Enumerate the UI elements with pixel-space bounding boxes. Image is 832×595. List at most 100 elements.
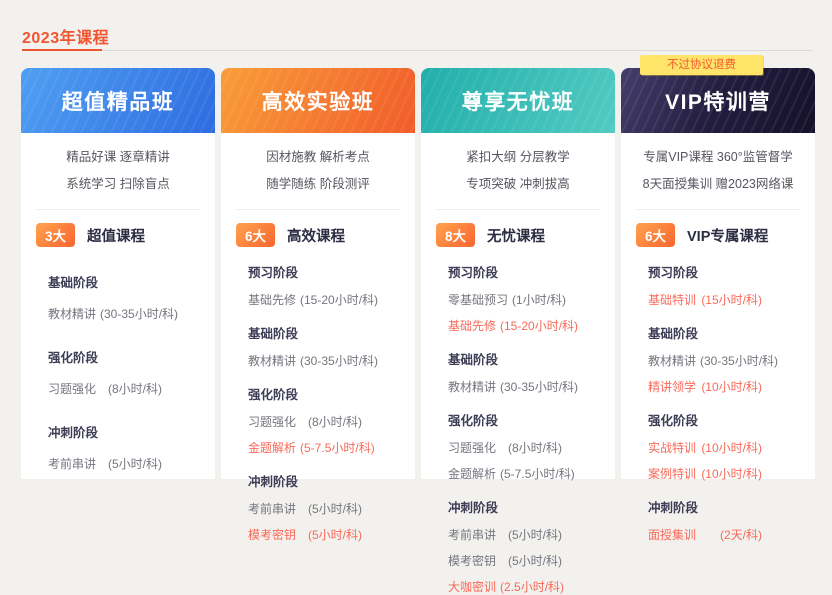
stage-name: 预习阶段 — [248, 262, 362, 281]
card-title: 尊享无忧班 — [462, 86, 575, 116]
stage-name: 冲刺阶段 — [648, 497, 762, 516]
course-label: 金题解析 — [248, 439, 296, 456]
course-hours: (10小时/科) — [701, 439, 762, 456]
description-line: 8天面授集训 赠2023网络课 — [621, 171, 815, 198]
stage-list: 基础阶段教材精讲(30-35小时/科)强化阶段习题强化(8小时/科)冲刺阶段考前… — [21, 272, 162, 472]
course-card-3[interactable]: 尊享无忧班 紧扣大纲 分层教学专项突破 冲刺拔高 8大 无忧课程 预习阶段零基础… — [421, 68, 615, 479]
badge-row: 8大 无忧课程 — [436, 223, 615, 247]
stage-name: 冲刺阶段 — [48, 422, 162, 441]
title-divider-accent — [22, 49, 102, 51]
card-title: VIP特训营 — [665, 86, 771, 116]
description-line: 精品好课 逐章精讲 — [21, 144, 215, 171]
course-row: 基础特训(15小时/科) — [648, 291, 762, 308]
course-row: 考前串讲 (5小时/科) — [48, 455, 162, 472]
course-label: 考前串讲 — [248, 500, 296, 517]
course-row: 教材精讲(30-35小时/科) — [448, 378, 562, 395]
course-hours: (8小时/科) — [508, 439, 562, 456]
course-label: 案例特训 — [648, 465, 696, 482]
badge-row: 3大 超值课程 — [36, 223, 215, 247]
course-hours: (5-7.5小时/科) — [500, 465, 575, 482]
course-label: 考前串讲 — [48, 455, 96, 472]
course-label: 精讲领学 — [648, 378, 696, 395]
course-row: 模考密钥 (5小时/科) — [248, 526, 362, 543]
course-row: 习题强化 (8小时/科) — [248, 413, 362, 430]
card-header[interactable]: 尊享无忧班 — [421, 68, 615, 133]
stage-list: 预习阶段基础先修(15-20小时/科)基础阶段教材精讲(30-35小时/科)强化… — [221, 262, 362, 543]
page-title: 2023年课程 — [22, 24, 109, 48]
count-badge: 6大 — [636, 223, 675, 247]
stage-name: 预习阶段 — [448, 262, 562, 281]
course-hours: (10小时/科) — [701, 465, 762, 482]
badge-row: 6大 高效课程 — [236, 223, 415, 247]
course-row: 金题解析(5-7.5小时/科) — [248, 439, 362, 456]
course-hours: (8小时/科) — [308, 413, 362, 430]
course-hours: (5小时/科) — [508, 526, 562, 543]
card-divider — [436, 209, 600, 210]
stage-name: 冲刺阶段 — [248, 471, 362, 490]
course-hours: (15-20小时/科) — [300, 291, 378, 308]
course-hours: (5小时/科) — [308, 526, 362, 543]
course-row: 考前串讲(5小时/科) — [448, 526, 562, 543]
course-row: 教材精讲(30-35小时/科) — [248, 352, 362, 369]
refund-ribbon: 不过协议退费 — [640, 55, 763, 75]
badge-title: 无忧课程 — [487, 225, 545, 246]
course-row: 面授集训(2天/科) — [648, 526, 762, 543]
card-header[interactable]: 超值精品班 — [21, 68, 215, 133]
course-label: 基础先修 — [448, 317, 496, 334]
stage-name: 强化阶段 — [248, 384, 362, 403]
course-label: 模考密钥 — [248, 526, 296, 543]
course-hours: (10小时/科) — [701, 378, 762, 395]
course-row: 考前串讲(5小时/科) — [248, 500, 362, 517]
count-badge: 6大 — [236, 223, 275, 247]
badge-row: 6大 VIP专属课程 — [636, 223, 815, 247]
course-hours: (30-35小时/科) — [300, 352, 378, 369]
card-header[interactable]: 高效实验班 — [221, 68, 415, 133]
course-hours: (15小时/科) — [701, 291, 762, 308]
description-line: 随学随练 阶段测评 — [221, 171, 415, 198]
course-label: 习题强化 — [248, 413, 296, 430]
course-columns: 超值精品班 精品好课 逐章精讲系统学习 扫除盲点 3大 超值课程 基础阶段教材精… — [21, 68, 815, 479]
course-hours: (2天/科) — [720, 526, 762, 543]
course-row: 案例特训 (10小时/科) — [648, 465, 762, 482]
course-hours: (8小时/科) — [108, 380, 162, 397]
course-row: 零基础预习(1小时/科) — [448, 291, 562, 308]
course-hours: (2.5小时/科) — [500, 578, 564, 595]
description-line: 因材施教 解析考点 — [221, 144, 415, 171]
card-title: 超值精品班 — [62, 86, 175, 116]
course-row: 基础先修(15-20小时/科) — [448, 317, 562, 334]
course-label: 教材精讲 — [448, 378, 496, 395]
course-hours: (1小时/科) — [512, 291, 566, 308]
card-divider — [636, 209, 800, 210]
course-label: 零基础预习 — [448, 291, 508, 308]
stage-name: 基础阶段 — [248, 323, 362, 342]
course-row: 实战特训(10小时/科) — [648, 439, 762, 456]
description-line: 专项突破 冲刺拔高 — [421, 171, 615, 198]
course-hours: (30-35小时/科) — [100, 305, 178, 322]
card-description: 因材施教 解析考点随学随练 阶段测评 — [221, 133, 415, 198]
course-hours: (30-35小时/科) — [500, 378, 578, 395]
card-title: 高效实验班 — [262, 86, 375, 116]
badge-title: 超值课程 — [87, 225, 145, 246]
description-line: 紧扣大纲 分层教学 — [421, 144, 615, 171]
course-card-4[interactable]: 不过协议退费 VIP特训营 专属VIP课程 360°监管督学8天面授集训 赠20… — [621, 68, 815, 479]
course-label: 模考密钥 — [448, 552, 496, 569]
course-hours: (15-20小时/科) — [500, 317, 578, 334]
stage-list: 预习阶段零基础预习(1小时/科)基础先修(15-20小时/科)基础阶段教材精讲(… — [421, 262, 562, 595]
course-row: 教材精讲(30-35小时/科) — [648, 352, 762, 369]
course-hours: (5小时/科) — [508, 552, 562, 569]
count-badge: 8大 — [436, 223, 475, 247]
card-description: 紧扣大纲 分层教学专项突破 冲刺拔高 — [421, 133, 615, 198]
course-row: 大咖密训(2.5小时/科) — [448, 578, 562, 595]
course-hours: (5小时/科) — [108, 455, 162, 472]
card-divider — [236, 209, 400, 210]
course-card-1[interactable]: 超值精品班 精品好课 逐章精讲系统学习 扫除盲点 3大 超值课程 基础阶段教材精… — [21, 68, 215, 479]
course-row: 模考密钥 (5小时/科) — [448, 552, 562, 569]
card-header[interactable]: VIP特训营 — [621, 68, 815, 133]
course-label: 教材精讲 — [648, 352, 696, 369]
course-card-2[interactable]: 高效实验班 因材施教 解析考点随学随练 阶段测评 6大 高效课程 预习阶段基础先… — [221, 68, 415, 479]
stage-name: 冲刺阶段 — [448, 497, 562, 516]
course-row: 习题强化(8小时/科) — [448, 439, 562, 456]
stage-list: 预习阶段基础特训(15小时/科)基础阶段教材精讲(30-35小时/科)精讲领学(… — [621, 262, 762, 543]
course-label: 教材精讲 — [48, 305, 96, 322]
stage-name: 基础阶段 — [48, 272, 162, 291]
